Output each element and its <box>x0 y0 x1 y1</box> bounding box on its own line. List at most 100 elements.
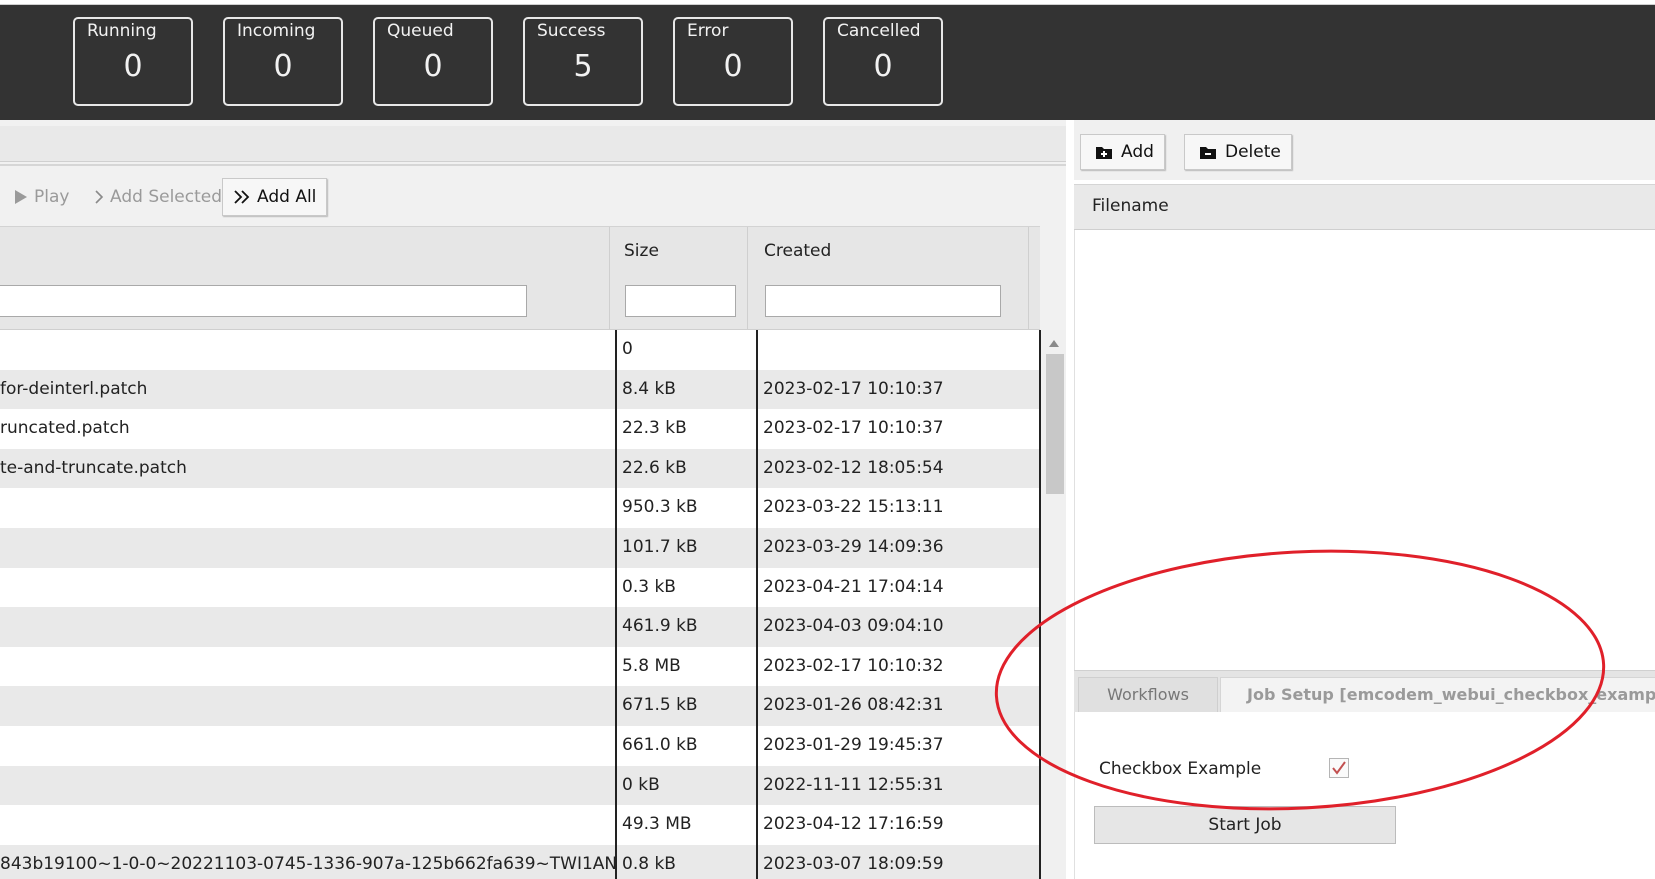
file-created: 2023-03-07 18:09:59 <box>763 853 944 874</box>
table-row[interactable]: 950.3 kB 2023-03-22 15:13:11 <box>0 488 1040 528</box>
column-divider <box>615 330 617 879</box>
file-created: 2023-02-17 10:10:32 <box>763 655 944 676</box>
table-row[interactable]: 0 <box>0 330 1040 370</box>
tab-job-setup[interactable]: Job Setup [emcodem_webui_checkbox_exampl… <box>1220 677 1655 713</box>
checkmark-icon <box>1332 761 1346 775</box>
file-name <box>0 805 615 845</box>
add-selected-button[interactable]: Add Selected <box>84 178 232 216</box>
filename-header-label: Filename <box>1092 196 1169 216</box>
file-name <box>0 568 615 608</box>
counter-value: 0 <box>123 49 143 84</box>
table-row[interactable]: 671.5 kB 2023-01-26 08:42:31 <box>0 686 1040 726</box>
file-created: 2023-04-21 17:04:14 <box>763 576 944 597</box>
file-toolbar: Play Add Selected Add All <box>0 170 1066 218</box>
add-all-button[interactable]: Add All <box>222 178 328 216</box>
counter-value: 0 <box>873 49 893 84</box>
job-files-toolbar: Add Delete <box>1074 120 1655 180</box>
delete-file-button[interactable]: Delete <box>1184 134 1292 170</box>
file-size: 22.3 kB <box>622 418 687 439</box>
file-size: 461.9 kB <box>622 616 698 637</box>
file-size: 5.8 MB <box>622 655 681 676</box>
file-created: 2022-11-11 12:55:31 <box>763 774 944 795</box>
add-file-button[interactable]: Add <box>1080 134 1165 170</box>
folder-add-icon <box>1096 147 1112 159</box>
size-filter-input[interactable] <box>625 285 736 317</box>
file-name <box>0 488 615 528</box>
counter-value: 0 <box>273 49 293 84</box>
counter-label: Success <box>537 21 606 41</box>
table-row[interactable]: 0.3 kB 2023-04-21 17:04:14 <box>0 568 1040 608</box>
file-name <box>0 647 615 687</box>
folder-remove-icon <box>1200 147 1216 159</box>
column-divider <box>747 227 748 331</box>
column-header-created[interactable]: Created <box>764 241 831 261</box>
file-table-body: 0 for-deinterl.patch 8.4 kB 2023-02-17 1… <box>0 330 1040 879</box>
table-row[interactable]: 49.3 MB 2023-04-12 17:16:59 <box>0 805 1040 845</box>
table-row[interactable]: 661.0 kB 2023-01-29 19:45:37 <box>0 726 1040 766</box>
file-name: 843b19100~1-0-0~20221103-0745-1336-907a-… <box>0 853 615 874</box>
file-name: for-deinterl.patch <box>0 378 148 399</box>
job-setup-form: Checkbox Example Start Job <box>1074 712 1655 879</box>
counter-label: Queued <box>387 21 454 41</box>
status-bar: Running 0 Incoming 0 Queued 0 Success 5 … <box>0 4 1655 120</box>
file-size: 0.8 kB <box>622 853 676 874</box>
panel-header-strip <box>0 126 1066 162</box>
table-row[interactable]: 0 kB 2022-11-11 12:55:31 <box>0 765 1040 806</box>
file-created: 2023-02-12 18:05:54 <box>763 457 944 478</box>
add-all-label: Add All <box>257 187 317 207</box>
file-name <box>0 330 615 370</box>
file-created: 2023-02-17 10:10:37 <box>763 418 944 439</box>
file-created <box>763 330 1038 370</box>
counter-label: Cancelled <box>837 21 921 41</box>
name-filter-input[interactable] <box>0 285 527 317</box>
column-header-size[interactable]: Size <box>624 241 659 261</box>
file-created: 2023-04-03 09:04:10 <box>763 616 944 637</box>
counter-cancelled: Cancelled 0 <box>823 17 943 106</box>
play-label: Play <box>34 187 70 207</box>
file-name <box>0 766 615 806</box>
created-filter-input[interactable] <box>765 285 1001 317</box>
counter-success: Success 5 <box>523 17 643 106</box>
file-size: 8.4 kB <box>622 378 676 399</box>
file-name <box>0 607 615 647</box>
filename-column-header: Filename <box>1074 184 1655 230</box>
column-divider <box>609 227 610 331</box>
add-file-label: Add <box>1121 142 1154 162</box>
file-created: 2023-01-26 08:42:31 <box>763 695 944 716</box>
play-icon <box>15 190 27 204</box>
checkbox-example[interactable] <box>1329 758 1349 778</box>
job-file-list[interactable] <box>1074 230 1655 670</box>
file-size: 0.3 kB <box>622 576 676 597</box>
start-job-button[interactable]: Start Job <box>1094 806 1396 844</box>
file-name: te-and-truncate.patch <box>0 457 187 478</box>
tab-workflows[interactable]: Workflows <box>1078 677 1218 713</box>
column-divider <box>1028 227 1029 331</box>
file-size: 671.5 kB <box>622 695 698 716</box>
divider <box>0 164 1066 166</box>
file-table-header: Size Created <box>0 226 1040 331</box>
table-row[interactable]: runcated.patch 22.3 kB 2023-02-17 10:10:… <box>0 409 1040 449</box>
table-row[interactable]: 461.9 kB 2023-04-03 09:04:10 <box>0 607 1040 647</box>
job-panel: Add Delete Filename Workflows Job Setup … <box>1074 120 1655 879</box>
scroll-up-icon[interactable] <box>1049 340 1059 347</box>
table-row[interactable]: te-and-truncate.patch 22.6 kB 2023-02-12… <box>0 448 1040 489</box>
file-table-scrollbar[interactable] <box>1043 330 1066 879</box>
play-button[interactable]: Play <box>4 178 79 216</box>
file-name <box>0 528 615 568</box>
counter-label: Incoming <box>237 21 316 41</box>
counter-label: Error <box>687 21 729 41</box>
table-row[interactable]: for-deinterl.patch 8.4 kB 2023-02-17 10:… <box>0 369 1040 410</box>
scrollbar-thumb[interactable] <box>1046 354 1064 494</box>
table-row[interactable]: 5.8 MB 2023-02-17 10:10:32 <box>0 647 1040 687</box>
counter-running: Running 0 <box>73 17 193 106</box>
file-size: 950.3 kB <box>622 497 698 518</box>
file-created: 2023-03-29 14:09:36 <box>763 537 944 557</box>
table-row[interactable]: 101.7 kB 2023-03-29 14:09:36 <box>0 528 1040 568</box>
column-divider <box>756 330 758 879</box>
file-created: 2023-02-17 10:10:37 <box>763 378 944 399</box>
counter-queued: Queued 0 <box>373 17 493 106</box>
counter-error: Error 0 <box>673 17 793 106</box>
file-name: runcated.patch <box>0 418 130 439</box>
file-created: 2023-04-12 17:16:59 <box>763 814 944 835</box>
table-row[interactable]: 843b19100~1-0-0~20221103-0745-1336-907a-… <box>0 844 1040 879</box>
